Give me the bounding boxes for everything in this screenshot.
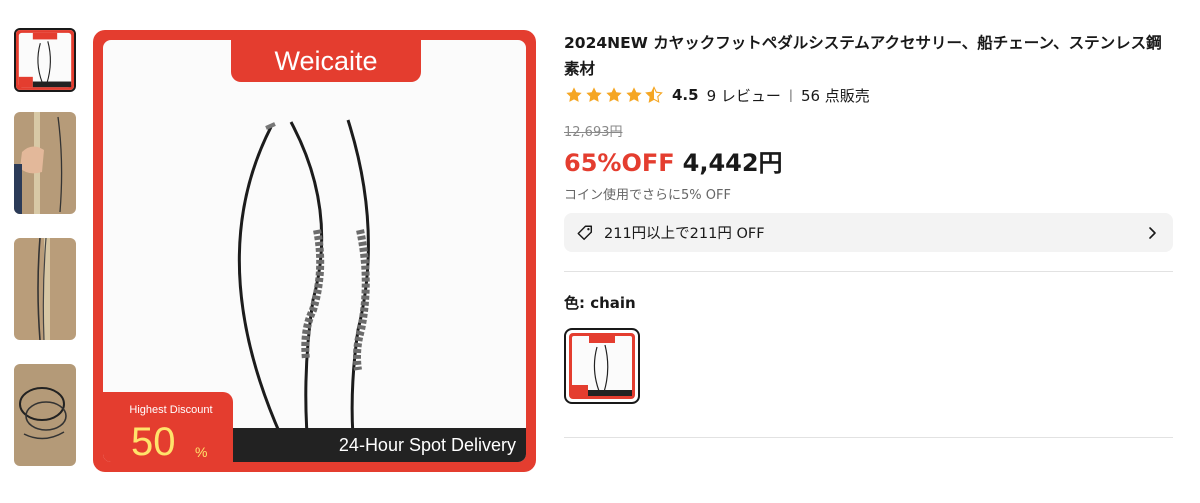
main-image-canvas: Weicaite Highest Discount 50 % 24-Hour S… — [103, 40, 526, 462]
brand-banner: Weicaite — [231, 40, 421, 82]
star-icon — [626, 87, 642, 102]
delivery-banner: 24-Hour Spot Delivery — [233, 428, 526, 462]
rating-row: 4.5 9 レビュー | 56 点販売 — [565, 84, 870, 106]
original-price: 12,693円 — [564, 125, 623, 140]
discount-badge-label: Highest Discount — [129, 404, 213, 416]
reviews-link[interactable]: 9 レビュー — [707, 85, 781, 106]
star-rating — [565, 86, 663, 104]
discount-badge-value: 50 — [131, 420, 176, 462]
divider — [564, 271, 1173, 272]
thumbnail-2[interactable] — [14, 112, 76, 214]
discount-badge: Highest Discount 50 % — [103, 392, 233, 462]
star-icon — [606, 87, 622, 102]
divider — [564, 437, 1173, 438]
sale-price: 4,442円 — [682, 149, 783, 177]
discount-percent: 65%OFF — [564, 149, 675, 177]
swatch-image — [569, 333, 635, 399]
main-product-image[interactable]: Weicaite Highest Discount 50 % 24-Hour S… — [93, 30, 536, 472]
coupon-bar[interactable]: 211円以上で211円 OFF — [564, 213, 1173, 252]
product-title: 2024NEW カヤックフットペダルシステムアクセサリー、船チェーン、ステンレス… — [564, 34, 1162, 78]
rating-value: 4.5 — [672, 86, 699, 104]
color-label: 色: chain — [564, 294, 636, 312]
half-star-icon — [645, 86, 663, 103]
star-icon — [586, 87, 602, 102]
separator: | — [788, 88, 793, 102]
thumbnail-list — [14, 28, 76, 490]
coupon-text: 211円以上で211円 OFF — [604, 226, 765, 242]
price-row: 65%OFF 4,442円 — [564, 143, 783, 178]
thumbnail-3-image — [14, 238, 76, 340]
thumbnail-4-image — [14, 364, 76, 466]
thumbnail-1[interactable] — [14, 28, 76, 92]
thumbnail-2-image — [14, 112, 76, 214]
thumbnail-3[interactable] — [14, 238, 76, 340]
color-swatch-chain[interactable] — [564, 328, 640, 404]
sold-count: 56 点販売 — [800, 86, 870, 105]
star-icon — [566, 87, 582, 102]
thumbnail-1-image — [16, 30, 74, 90]
chevron-right-icon — [1149, 226, 1156, 239]
thumbnail-4[interactable] — [14, 364, 76, 466]
discount-badge-unit: % — [195, 444, 208, 460]
tag-icon — [577, 225, 593, 240]
coin-discount-note: コイン使用でさらに5% OFF — [564, 188, 731, 203]
